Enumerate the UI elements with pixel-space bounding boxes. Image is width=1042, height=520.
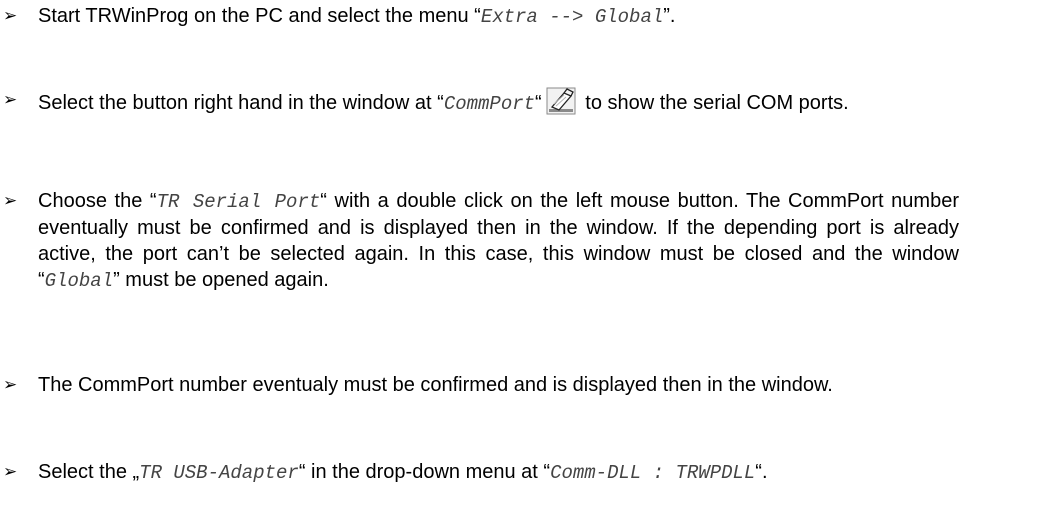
bullet-arrow-icon: ➢ (3, 6, 18, 26)
step-text: Choose the “TR Serial Port“ with a doubl… (38, 190, 959, 292)
step-text: Select the „TR USB-Adapter“ in the drop-… (38, 461, 768, 484)
step-text: Start TRWinProg on the PC and select the… (38, 5, 676, 28)
bullet-arrow-icon: ➢ (3, 375, 18, 395)
instruction-document: ➢ Start TRWinProg on the PC and select t… (0, 0, 1042, 520)
menu-path: Extra --> Global (480, 6, 664, 28)
port-selector-button-icon (546, 87, 576, 115)
port-name: TR Serial Port (156, 191, 321, 213)
window-name: Global (44, 270, 114, 292)
bullet-arrow-icon: ➢ (3, 90, 18, 110)
dll-setting: Comm-DLL : TRWPDLL (550, 462, 756, 484)
step-text: The CommPort number eventualy must be co… (38, 374, 833, 396)
bullet-arrow-icon: ➢ (3, 462, 18, 482)
field-name: CommPort (443, 93, 536, 115)
adapter-name: TR USB-Adapter (139, 462, 299, 484)
step-text: Select the button right hand in the wind… (38, 87, 959, 117)
bullet-arrow-icon: ➢ (3, 191, 18, 211)
